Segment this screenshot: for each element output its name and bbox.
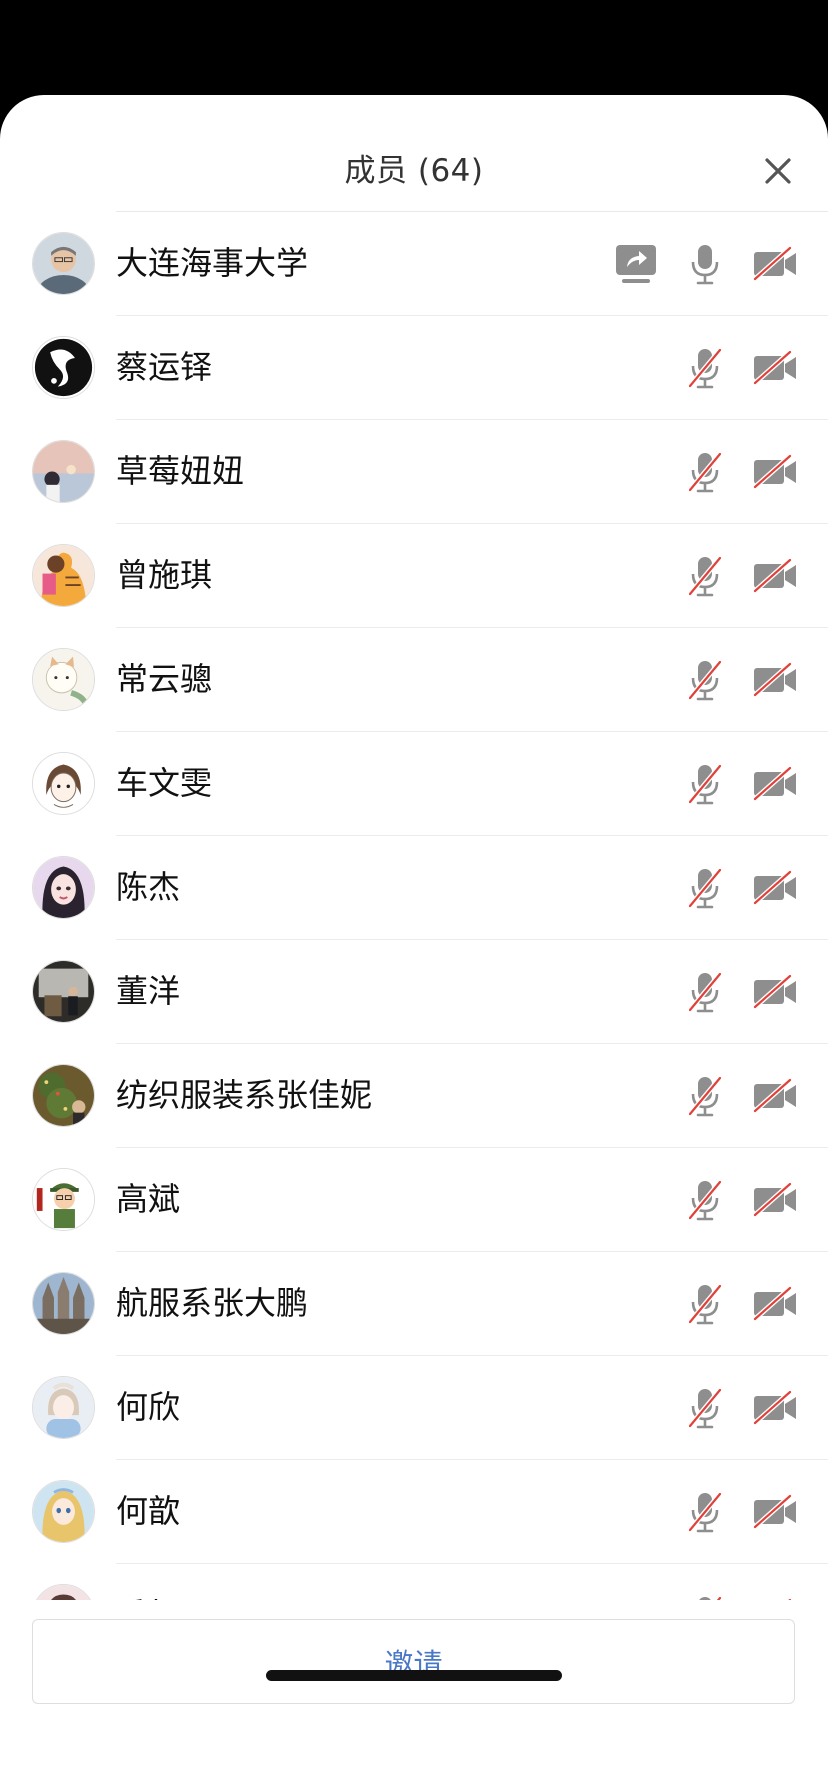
member-name: 常云骢 [116, 660, 213, 698]
mic-muted-icon[interactable] [686, 1490, 724, 1534]
avatar-cartoon-soldier [32, 1168, 95, 1231]
member-row[interactable]: 曾施琪 [0, 524, 828, 628]
member-name: 大连海事大学 [116, 244, 309, 282]
avatar-sketch-girl [32, 752, 95, 815]
camera-off-icon[interactable] [752, 766, 798, 802]
member-name: 草莓妞妞 [116, 452, 245, 490]
member-row[interactable]: 陈杰 [0, 836, 828, 940]
avatar-ink-drawing [32, 336, 95, 399]
avatar-partial [32, 1584, 95, 1600]
member-row[interactable]: 常云骢 [0, 628, 828, 732]
member-name: 高斌 [116, 1180, 181, 1218]
member-name: 陈杰 [116, 868, 181, 906]
member-name: 蔡运铎 [116, 348, 213, 386]
member-row[interactable]: 草莓妞妞 [0, 420, 828, 524]
member-row[interactable]: 蔡运铎 [0, 316, 828, 420]
member-row[interactable]: 何歆 [0, 1460, 828, 1564]
member-name: 董洋 [116, 972, 181, 1010]
avatar-anime-princess [32, 1480, 95, 1543]
avatar-christmas-tree [32, 1064, 95, 1127]
member-name: 何欣 [116, 1388, 181, 1426]
member-row[interactable]: 何欣 [0, 1356, 828, 1460]
member-name: 季权 [116, 1595, 180, 1600]
member-name: 何歆 [116, 1492, 181, 1530]
member-row[interactable]: 纺织服装系张佳妮 [0, 1044, 828, 1148]
camera-off-icon[interactable] [752, 1390, 798, 1426]
mic-muted-icon[interactable] [686, 762, 724, 806]
camera-off-icon[interactable] [752, 1078, 798, 1114]
mic-icon[interactable] [686, 242, 724, 286]
mic-muted-icon[interactable] [686, 658, 724, 702]
member-row[interactable]: 董洋 [0, 940, 828, 1044]
close-icon [765, 158, 791, 184]
avatar-girl-blue [32, 1376, 95, 1439]
avatar-cartoon-cat [32, 648, 95, 711]
member-row[interactable]: 大连海事大学 [0, 212, 828, 316]
screen-share-icon[interactable] [614, 243, 658, 285]
sheet-header: 成员 (64) [0, 95, 828, 212]
member-name: 航服系张大鹏 [116, 1284, 309, 1322]
avatar-man-glasses [32, 232, 95, 295]
member-name: 曾施琪 [116, 556, 213, 594]
member-row[interactable]: 高斌 [0, 1148, 828, 1252]
page-title: 成员 (64) [344, 153, 484, 189]
avatar-cathedral [32, 1272, 95, 1335]
home-indicator [266, 1670, 562, 1681]
close-button[interactable] [758, 151, 798, 191]
mic-muted-icon[interactable] [686, 346, 724, 390]
invite-button[interactable]: 邀请 [32, 1619, 795, 1704]
camera-off-icon[interactable] [752, 454, 798, 490]
member-row[interactable]: 季权 [0, 1564, 828, 1600]
mic-muted-icon[interactable] [686, 970, 724, 1014]
mic-muted-icon[interactable] [686, 1386, 724, 1430]
mic-muted-icon[interactable] [686, 450, 724, 494]
member-row[interactable]: 航服系张大鹏 [0, 1252, 828, 1356]
mic-muted-icon[interactable] [686, 1282, 724, 1326]
mic-muted-icon[interactable] [686, 1074, 724, 1118]
camera-off-icon[interactable] [752, 350, 798, 386]
mic-muted-icon[interactable] [686, 554, 724, 598]
camera-off-icon[interactable] [752, 1494, 798, 1530]
mic-muted-icon[interactable] [686, 866, 724, 910]
avatar-lecture-room [32, 960, 95, 1023]
members-sheet: 成员 (64) 大连海事大学 蔡运铎草莓妞妞曾施琪常云骢车文雯陈杰董洋纺织服装系张… [0, 95, 828, 1792]
mic-muted-icon[interactable] [686, 1594, 724, 1600]
camera-off-icon[interactable] [752, 1598, 798, 1600]
camera-off-icon[interactable] [752, 1286, 798, 1322]
avatar-cartoon-tiger [32, 544, 95, 607]
camera-off-icon[interactable] [752, 558, 798, 594]
member-list[interactable]: 大连海事大学 蔡运铎草莓妞妞曾施琪常云骢车文雯陈杰董洋纺织服装系张佳妮 高斌航服系张… [0, 212, 828, 1600]
camera-off-icon[interactable] [752, 662, 798, 698]
camera-off-icon[interactable] [752, 1182, 798, 1218]
camera-off-icon[interactable] [752, 870, 798, 906]
avatar-sunset-girl [32, 440, 95, 503]
member-row[interactable]: 车文雯 [0, 732, 828, 836]
camera-off-icon[interactable] [752, 974, 798, 1010]
mic-muted-icon[interactable] [686, 1178, 724, 1222]
camera-off-icon[interactable] [752, 246, 798, 282]
member-name: 车文雯 [116, 764, 213, 802]
avatar-illustrated-woman [32, 856, 95, 919]
member-name: 纺织服装系张佳妮 [116, 1076, 373, 1114]
